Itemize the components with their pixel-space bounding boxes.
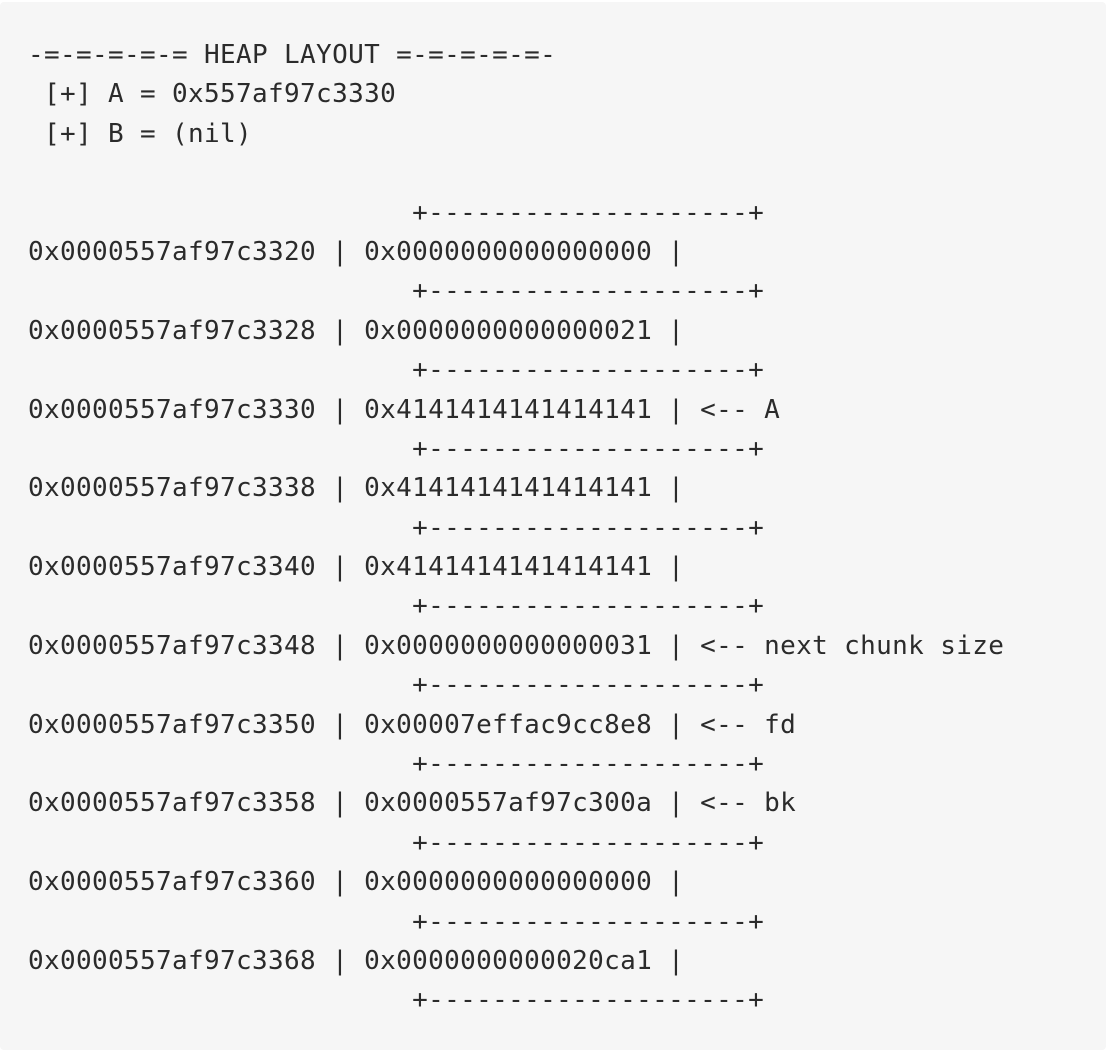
heap-row: 0x0000557af97c3338 | 0x4141414141414141 … (28, 473, 685, 504)
heap-border: +--------------------+ (28, 906, 765, 937)
heap-border: +--------------------+ (28, 276, 765, 307)
heap-row: 0x0000557af97c3348 | 0x0000000000000031 … (28, 630, 1005, 661)
heap-row: 0x0000557af97c3340 | 0x4141414141414141 … (28, 552, 685, 583)
heap-border: +--------------------+ (28, 591, 765, 622)
blank-line (28, 154, 1106, 193)
pointer-a-line: [+] A = 0x557af97c3330 (28, 79, 397, 110)
heap-border: +--------------------+ (28, 512, 765, 543)
heap-row: 0x0000557af97c3328 | 0x0000000000000021 … (28, 315, 685, 346)
heap-row: 0x0000557af97c3320 | 0x0000000000000000 … (28, 236, 685, 267)
heap-row: 0x0000557af97c3350 | 0x00007effac9cc8e8 … (28, 709, 797, 740)
heap-row: 0x0000557af97c3360 | 0x0000000000000000 … (28, 867, 685, 898)
heap-layout-title: -=-=-=-=-= HEAP LAYOUT =-=-=-=-=- (28, 40, 557, 70)
heap-row: 0x0000557af97c3330 | 0x4141414141414141 … (28, 394, 781, 425)
heap-border: +--------------------+ (28, 985, 765, 1016)
heap-border: +--------------------+ (28, 433, 765, 464)
heap-border: +--------------------+ (28, 670, 765, 701)
heap-border: +--------------------+ (28, 827, 765, 858)
heap-row: 0x0000557af97c3358 | 0x0000557af97c300a … (28, 788, 797, 819)
heap-border: +--------------------+ (28, 749, 765, 780)
heap-border: +--------------------+ (28, 355, 765, 386)
pointer-b-line: [+] B = (nil) (28, 118, 253, 149)
heap-row: 0x0000557af97c3368 | 0x0000000000020ca1 … (28, 945, 685, 976)
heap-layout-code-block: -=-=-=-=-= HEAP LAYOUT =-=-=-=-=- [+] A … (0, 2, 1106, 1050)
heap-border: +--------------------+ (28, 197, 765, 228)
